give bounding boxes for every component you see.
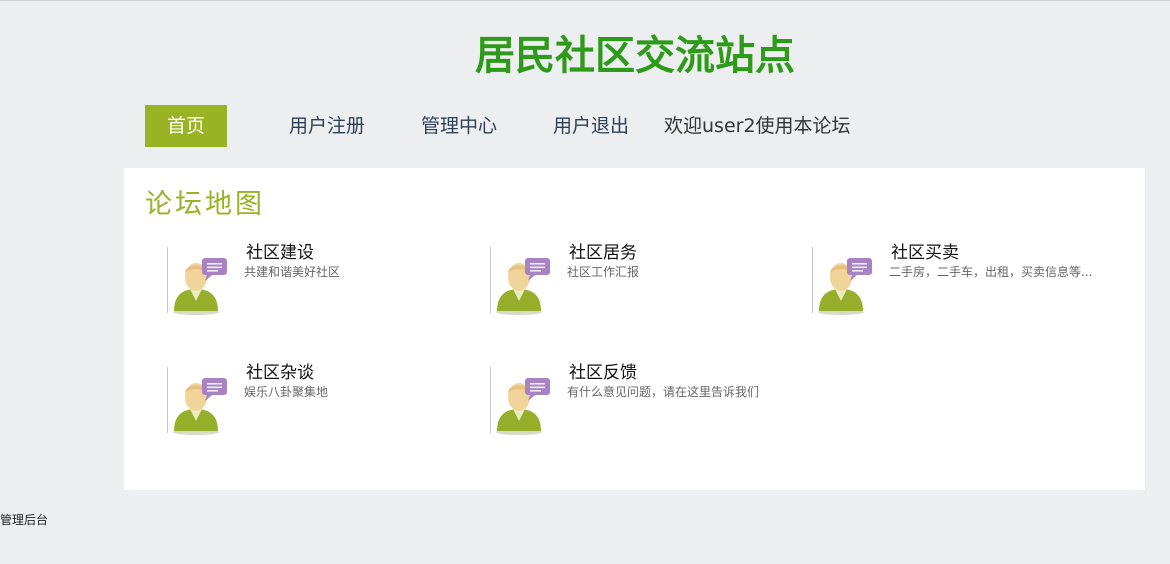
forum-desc: 社区工作汇报 <box>567 265 640 279</box>
forum-name[interactable]: 社区建设 <box>246 241 314 265</box>
nav-admin-center[interactable]: 管理中心 <box>421 105 497 147</box>
forum-desc: 有什么意见问题，请在这里告诉我们 <box>567 385 760 399</box>
panel-title: 论坛地图 <box>145 189 265 220</box>
forum-desc: 娱乐八卦聚集地 <box>244 385 329 399</box>
forum-item-community-feedback[interactable]: 社区反馈 有什么意见问题，请在这里告诉我们 <box>490 363 790 437</box>
forum-divider <box>167 367 168 433</box>
forum-divider <box>167 247 168 313</box>
forum-divider <box>812 247 813 313</box>
forum-item-community-chat[interactable]: 社区杂谈 娱乐八卦聚集地 <box>167 363 467 437</box>
user-chat-icon <box>496 258 550 315</box>
welcome-message: 欢迎user2使用本论坛 <box>664 115 851 137</box>
nav-home[interactable]: 首页 <box>145 105 227 147</box>
nav-logout[interactable]: 用户退出 <box>553 105 629 147</box>
user-chat-icon <box>173 378 227 435</box>
user-chat-icon <box>818 258 872 315</box>
forum-name[interactable]: 社区买卖 <box>891 241 959 265</box>
forum-name[interactable]: 社区杂谈 <box>246 361 314 385</box>
forum-map-panel: 论坛地图 社区建设 共建和谐美好社区 社区居务 社区工作汇报 社区买卖 二手房，… <box>124 168 1145 490</box>
nav-register[interactable]: 用户注册 <box>289 105 365 147</box>
forum-name[interactable]: 社区反馈 <box>569 361 637 385</box>
forum-item-community-building[interactable]: 社区建设 共建和谐美好社区 <box>167 243 467 317</box>
forum-item-community-affairs[interactable]: 社区居务 社区工作汇报 <box>490 243 790 317</box>
forum-divider <box>490 367 491 433</box>
user-chat-icon <box>173 258 227 315</box>
top-border <box>0 0 1170 1</box>
forum-desc: 二手房，二手车，出租，买卖信息等... <box>889 265 1093 279</box>
forum-desc: 共建和谐美好社区 <box>244 265 341 279</box>
forum-item-community-trade[interactable]: 社区买卖 二手房，二手车，出租，买卖信息等... <box>812 243 1112 317</box>
user-chat-icon <box>496 378 550 435</box>
site-title: 居民社区交流站点 <box>475 33 795 79</box>
forum-name[interactable]: 社区居务 <box>569 241 637 265</box>
forum-divider <box>490 247 491 313</box>
admin-backend-link[interactable]: 管理后台 <box>0 512 48 528</box>
